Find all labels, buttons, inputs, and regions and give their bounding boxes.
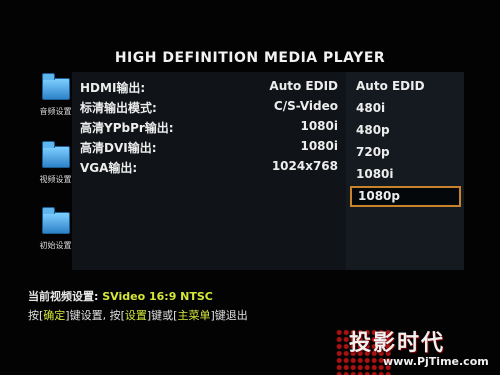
setting-row-sd-output-mode[interactable]: 标清输出模式: C/S-Video <box>72 96 346 116</box>
help-text: 按[ <box>28 309 44 322</box>
folder-icon <box>41 207 70 234</box>
setting-value: 1080i <box>300 139 338 153</box>
help-key-confirm: 确定 <box>43 309 66 322</box>
help-key-setup: 设置 <box>124 309 147 322</box>
setting-label: VGA输出: <box>80 161 138 175</box>
setting-label: 标清输出模式: <box>80 101 157 115</box>
resolution-options-list: Auto EDID 480i 480p 720p 1080i 1080p <box>346 72 464 270</box>
setting-label: 高清YPbPr输出: <box>80 121 174 135</box>
page-title: HIGH DEFINITION MEDIA PLAYER <box>114 50 386 66</box>
setting-row-hd-ypbpr-output[interactable]: 高清YPbPr输出: 1080i <box>72 116 346 136</box>
video-settings-panel: HDMI输出: Auto EDID 标清输出模式: C/S-Video 高清YP… <box>72 72 346 270</box>
help-instructions: 按[确定]键设置, 按[设置]键或[主菜单]键退出 <box>28 307 248 323</box>
setting-value: 1024x768 <box>271 159 338 173</box>
setting-row-vga-output[interactable]: VGA输出: 1024x768 <box>72 156 346 176</box>
setting-label: 高清DVI输出: <box>80 141 157 155</box>
watermark-logo: 投影时代 www.PjTime.com <box>335 325 500 375</box>
option-480p[interactable]: 480p <box>350 120 458 140</box>
setting-value: C/S-Video <box>273 99 338 113</box>
help-text: ]键或[ <box>146 309 178 322</box>
option-720p[interactable]: 720p <box>350 142 458 162</box>
setting-row-hdmi-output[interactable]: HDMI输出: Auto EDID <box>72 76 346 96</box>
folder-icon <box>41 73 70 100</box>
watermark-url: www.PjTime.com <box>383 355 489 368</box>
setting-row-hd-dvi-output[interactable]: 高清DVI输出: 1080i <box>72 136 346 156</box>
help-text: ]键退出 <box>210 309 248 322</box>
option-1080p-selected[interactable]: 1080p <box>350 186 461 207</box>
option-auto-edid[interactable]: Auto EDID <box>350 76 458 96</box>
setting-label: HDMI输出: <box>80 81 146 95</box>
option-480i[interactable]: 480i <box>350 98 458 118</box>
media-player-screen: HIGH DEFINITION MEDIA PLAYER 音频设置 视频设置 初… <box>0 0 500 375</box>
current-video-setting: 当前视频设置: SVideo 16:9 NTSC <box>28 288 213 304</box>
folder-icon <box>41 141 70 168</box>
watermark-name: 投影时代 <box>349 331 446 356</box>
status-value: SVideo 16:9 NTSC <box>102 290 213 303</box>
setting-value: Auto EDID <box>269 79 338 93</box>
help-text: ]键设置, 按[ <box>65 309 125 322</box>
help-key-main-menu: 主菜单 <box>177 309 211 322</box>
setting-value: 1080i <box>300 119 338 133</box>
option-1080i[interactable]: 1080i <box>350 164 458 184</box>
status-prefix: 当前视频设置: <box>28 290 99 303</box>
